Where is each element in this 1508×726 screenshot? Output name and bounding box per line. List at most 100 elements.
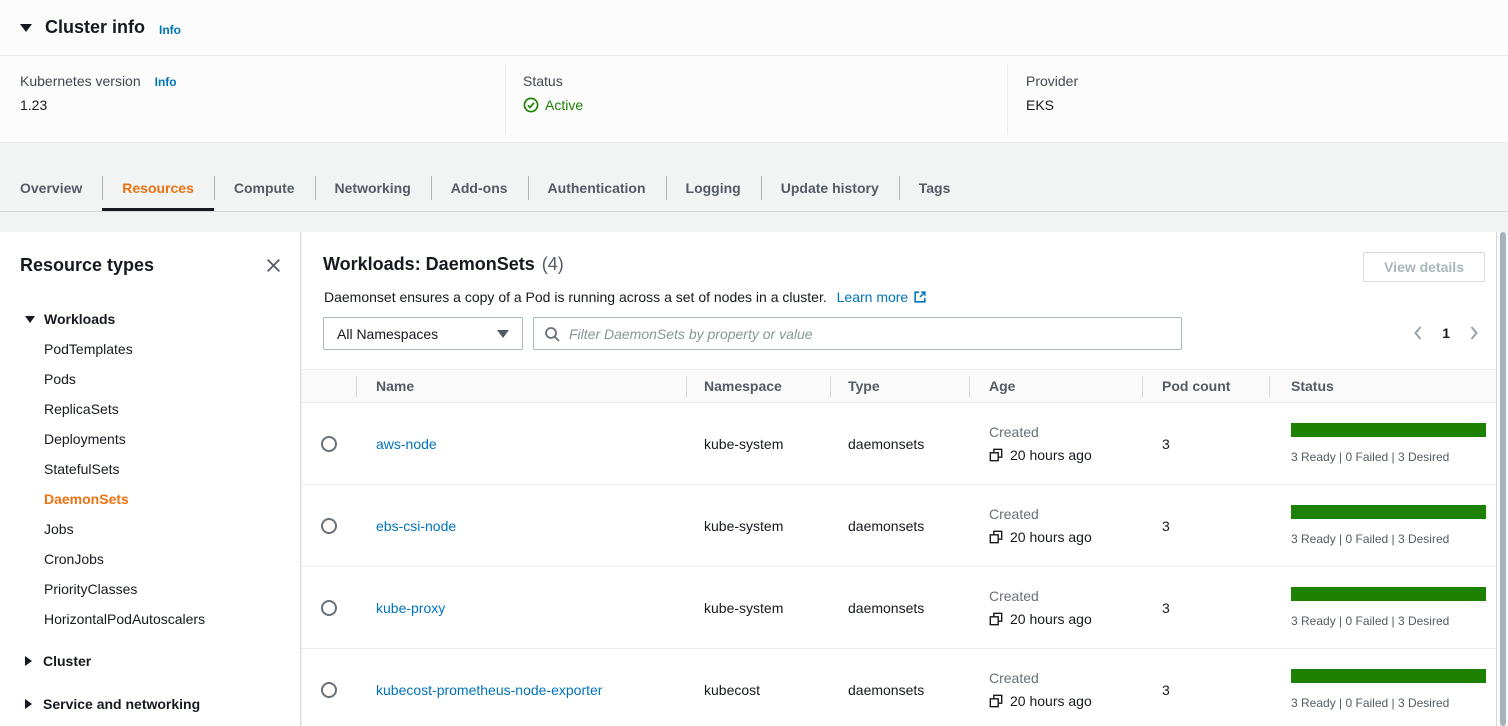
sidebar-item-statefulsets[interactable]: StatefulSets [0, 454, 300, 484]
provider-label: Provider [1026, 73, 1078, 89]
daemonsets-table: Name Namespace Type Age Pod count Status… [302, 369, 1496, 726]
pagination: 1 [1410, 323, 1482, 343]
sidebar-item-daemonsets[interactable]: DaemonSets [0, 484, 300, 514]
sidebar-item-cronjobs[interactable]: CronJobs [0, 544, 300, 574]
copy-icon[interactable] [989, 530, 1003, 544]
view-details-button[interactable]: View details [1363, 252, 1485, 282]
daemonset-name-link[interactable]: kubecost-prometheus-node-exporter [376, 682, 602, 698]
check-circle-icon [523, 97, 539, 113]
table-header-row: Name Namespace Type Age Pod count Status [302, 369, 1496, 403]
daemonset-name-link[interactable]: ebs-csi-node [376, 518, 456, 534]
status-cell: 3 Ready | 0 Failed | 3 Desired [1269, 587, 1496, 628]
cluster-info-info-link[interactable]: Info [159, 23, 181, 37]
previous-page-icon[interactable] [1410, 323, 1425, 343]
sidebar-item-podtemplates[interactable]: PodTemplates [0, 334, 300, 364]
scrollbar-thumb[interactable] [1500, 232, 1506, 726]
page-number[interactable]: 1 [1442, 325, 1450, 341]
tree-group-service-networking-label: Service and networking [43, 696, 200, 712]
namespace-cell: kube-system [686, 518, 830, 534]
field-provider: Provider EKS [1007, 64, 1508, 135]
filter-search-box [533, 317, 1182, 350]
daemonset-name-link[interactable]: kube-proxy [376, 600, 445, 616]
tab-overview[interactable]: Overview [0, 166, 102, 211]
next-page-icon[interactable] [1467, 323, 1482, 343]
collapse-caret-icon[interactable] [20, 24, 32, 32]
filter-input[interactable] [569, 326, 1171, 342]
table-row: kube-proxy kube-system daemonsets Create… [302, 567, 1496, 649]
status-cell: 3 Ready | 0 Failed | 3 Desired [1269, 669, 1496, 710]
tree-group-cluster[interactable]: Cluster [0, 646, 300, 676]
pod-count-cell: 3 [1142, 682, 1269, 698]
external-link-icon [913, 290, 927, 304]
cluster-info-header: Cluster info Info [0, 0, 1508, 56]
namespace-cell: kube-system [686, 600, 830, 616]
caret-right-icon [25, 699, 32, 709]
column-header-namespace[interactable]: Namespace [686, 370, 830, 402]
learn-more-link[interactable]: Learn more [837, 289, 928, 305]
sidebar-item-jobs[interactable]: Jobs [0, 514, 300, 544]
copy-icon[interactable] [989, 612, 1003, 626]
daemonsets-panel: Workloads: DaemonSets (4) View details D… [302, 232, 1496, 726]
scrollbar[interactable] [1496, 232, 1508, 726]
cluster-info-title: Cluster info [45, 17, 145, 38]
row-radio-button[interactable] [321, 518, 337, 534]
copy-icon[interactable] [989, 448, 1003, 462]
tree-group-service-networking[interactable]: Service and networking [0, 689, 300, 719]
row-radio-button[interactable] [321, 682, 337, 698]
column-header-status[interactable]: Status [1269, 370, 1496, 402]
type-cell: daemonsets [830, 436, 969, 452]
status-cell: 3 Ready | 0 Failed | 3 Desired [1269, 423, 1496, 464]
type-cell: daemonsets [830, 600, 969, 616]
status-text: 3 Ready | 0 Failed | 3 Desired [1291, 450, 1486, 464]
daemonset-name-link[interactable]: aws-node [376, 436, 437, 452]
tree-group-cluster-label: Cluster [43, 653, 91, 669]
kubernetes-version-info-link[interactable]: Info [155, 75, 177, 89]
status-text: 3 Ready | 0 Failed | 3 Desired [1291, 696, 1486, 710]
namespace-cell: kube-system [686, 436, 830, 452]
tab-add-ons[interactable]: Add-ons [431, 166, 528, 211]
sidebar-item-pods[interactable]: Pods [0, 364, 300, 394]
field-status: Status Active [505, 64, 1007, 135]
tab-tags[interactable]: Tags [899, 166, 971, 211]
tree-group-workloads-label: Workloads [44, 311, 115, 327]
namespace-select[interactable]: All Namespaces [323, 317, 523, 350]
row-radio-button[interactable] [321, 436, 337, 452]
tab-update-history[interactable]: Update history [761, 166, 899, 211]
status-text: 3 Ready | 0 Failed | 3 Desired [1291, 614, 1486, 628]
age-cell: Created 20 hours ago [969, 424, 1142, 463]
page-title: Workloads: DaemonSets [323, 254, 535, 275]
column-header-type[interactable]: Type [830, 370, 969, 402]
column-header-name[interactable]: Name [356, 370, 686, 402]
tab-strip-divider [0, 211, 1508, 212]
tab-resources[interactable]: Resources [102, 166, 214, 211]
status-text: 3 Ready | 0 Failed | 3 Desired [1291, 532, 1486, 546]
tabs: Overview Resources Compute Networking Ad… [0, 166, 970, 211]
row-radio-button[interactable] [321, 600, 337, 616]
status-bar [1291, 669, 1486, 683]
namespace-cell: kubecost [686, 682, 830, 698]
tree-group-workloads[interactable]: Workloads [0, 304, 300, 334]
status-cell: 3 Ready | 0 Failed | 3 Desired [1269, 505, 1496, 546]
tab-compute[interactable]: Compute [214, 166, 315, 211]
namespace-select-value: All Namespaces [337, 326, 438, 342]
close-icon[interactable] [260, 252, 286, 278]
sidebar-title: Resource types [20, 255, 154, 276]
tab-networking[interactable]: Networking [315, 166, 431, 211]
sidebar-item-priorityclasses[interactable]: PriorityClasses [0, 574, 300, 604]
type-cell: daemonsets [830, 518, 969, 534]
sidebar-item-horizontalpodautoscalers[interactable]: HorizontalPodAutoscalers [0, 604, 300, 634]
caret-down-icon [25, 316, 35, 323]
column-header-age[interactable]: Age [969, 370, 1142, 402]
tab-authentication[interactable]: Authentication [528, 166, 666, 211]
status-label: Status [523, 73, 563, 89]
column-header-pod-count[interactable]: Pod count [1142, 370, 1269, 402]
sidebar-item-replicasets[interactable]: ReplicaSets [0, 394, 300, 424]
copy-icon[interactable] [989, 694, 1003, 708]
tab-logging[interactable]: Logging [666, 166, 761, 211]
provider-value: EKS [1026, 97, 1054, 113]
sidebar-item-deployments[interactable]: Deployments [0, 424, 300, 454]
item-count: (4) [542, 254, 564, 275]
tab-strip: Overview Resources Compute Networking Ad… [0, 144, 1508, 232]
search-icon [544, 326, 560, 342]
table-row: kubecost-prometheus-node-exporter kubeco… [302, 649, 1496, 726]
